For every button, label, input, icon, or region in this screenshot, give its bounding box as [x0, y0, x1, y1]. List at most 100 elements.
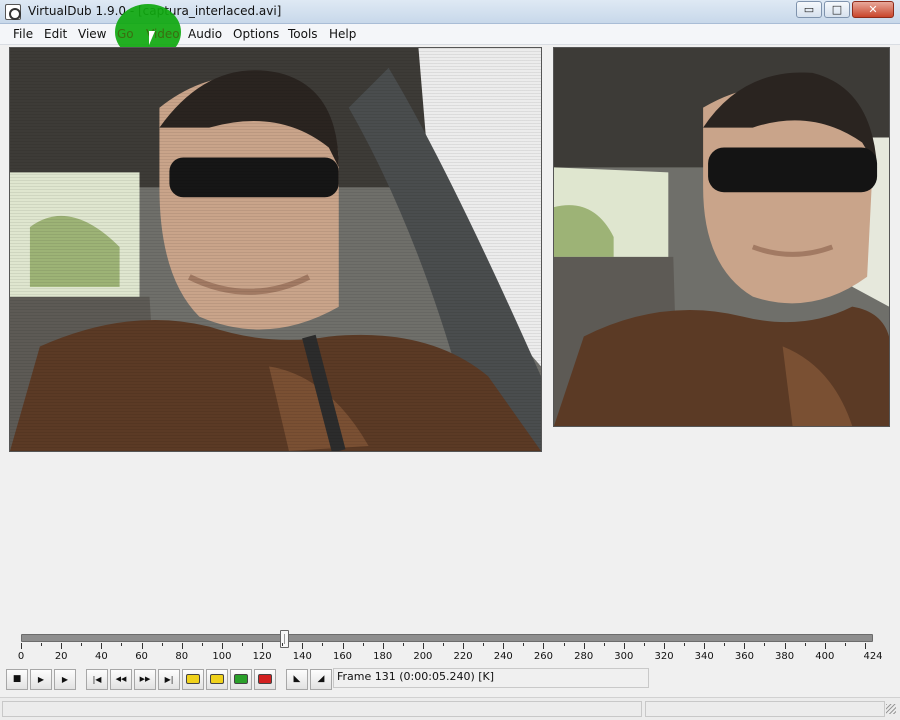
timeline-tick-label: 340 [694, 651, 714, 662]
go-start-icon: |◀ [92, 674, 102, 684]
timeline-tick [382, 643, 384, 649]
timeline-tick [664, 643, 666, 649]
output-video-pane[interactable] [553, 47, 890, 427]
timeline-tick [422, 643, 424, 649]
timeline-tick-label: 320 [654, 651, 674, 662]
status-panel-main [2, 701, 642, 717]
timeline-tick-label: 360 [734, 651, 754, 662]
timeline-tick-label: 240 [493, 651, 513, 662]
prev-frame-button[interactable]: ◀◀ [110, 668, 132, 690]
timeline-tick [61, 643, 63, 649]
timeline-tick [101, 643, 103, 649]
timeline-tick-label: 380 [775, 651, 795, 662]
timeline-tick [242, 643, 244, 646]
input-video-pane[interactable] [9, 47, 542, 452]
timeline-tick [141, 643, 143, 649]
start-button[interactable]: |◀ [86, 668, 108, 690]
timeline-tick-label: 140 [292, 651, 312, 662]
scene-back-button[interactable] [230, 668, 252, 690]
mark-in-button[interactable]: ◣ [286, 668, 308, 690]
menu-edit[interactable]: Edit [44, 27, 67, 41]
timeline-tick [784, 643, 786, 649]
mark-in-icon: ◣ [293, 674, 301, 684]
play-input-icon: ▶ [37, 674, 45, 684]
timeline-tick [844, 643, 846, 646]
mouse-cursor-icon [148, 30, 156, 46]
prev-key-icon [186, 674, 200, 684]
timeline-tick [121, 643, 123, 646]
timeline-tick [342, 643, 344, 649]
virtualdub-app-icon[interactable] [5, 4, 21, 20]
menu-help[interactable]: Help [329, 27, 356, 41]
menu-audio[interactable]: Audio [188, 27, 222, 41]
resize-grip-icon[interactable] [886, 704, 896, 714]
timeline-tick [603, 643, 605, 646]
play-output-icon: ▶ [61, 674, 69, 684]
timeline-tick [583, 643, 585, 649]
timeline-tick [744, 643, 746, 649]
timeline-tick-label: 400 [815, 651, 835, 662]
window-controls: ▭ □ ✕ [796, 1, 894, 18]
output-frame-image [554, 48, 889, 426]
timeline-track[interactable] [21, 634, 873, 642]
timeline-tick-label: 40 [95, 651, 108, 662]
timeline-tick-label: 160 [332, 651, 353, 662]
timeline-tick [824, 643, 826, 649]
interlace-lines-overlay [10, 48, 541, 451]
timeline-tick-label: 200 [413, 651, 433, 662]
menu-view[interactable]: View [78, 27, 106, 41]
end-button[interactable]: ▶| [158, 668, 180, 690]
minimize-icon: ▭ [803, 3, 815, 16]
timeline-tick [181, 643, 183, 649]
status-panel-right [645, 701, 885, 717]
prev-key-button[interactable] [182, 668, 204, 690]
timeline-tick-label: 220 [453, 651, 473, 662]
timeline-tick [643, 643, 645, 646]
close-icon: ✕ [868, 3, 878, 16]
stop-button[interactable]: ■ [6, 668, 28, 690]
stop-icon: ■ [12, 674, 22, 684]
next-key-button[interactable] [206, 668, 228, 690]
timeline-tick [322, 643, 324, 646]
next-key-icon [210, 674, 224, 684]
scene-fwd-button[interactable] [254, 668, 276, 690]
menu-tools[interactable]: Tools [288, 27, 318, 41]
frame-position-readout[interactable]: Frame 131 (0:00:05.240) [K] [333, 668, 649, 688]
timeline-tick-label: 120 [252, 651, 272, 662]
timeline-tick-label: 300 [614, 651, 634, 662]
timeline-tick [302, 643, 304, 649]
timeline-tick [463, 643, 465, 649]
menu-file[interactable]: File [13, 27, 33, 41]
next-frame-button[interactable]: ▶▶ [134, 668, 156, 690]
minimize-button[interactable]: ▭ [796, 1, 822, 18]
go-end-icon: ▶| [164, 674, 174, 684]
timeline-tick-label: 60 [135, 651, 148, 662]
timeline-tick [764, 643, 766, 646]
timeline-tick [724, 643, 726, 646]
frame-position-text: Frame 131 (0:00:05.240) [K] [337, 670, 495, 683]
timeline-tick [161, 643, 163, 646]
timeline-tick [262, 643, 264, 649]
play-input-button[interactable]: ▶ [30, 668, 52, 690]
timeline-tick [704, 643, 706, 649]
timeline-tick-label: 0 [17, 651, 25, 662]
next-frame-icon: ▶▶ [139, 675, 151, 683]
timeline-tick [41, 643, 43, 646]
close-button[interactable]: ✕ [852, 1, 894, 18]
mark-out-button[interactable]: ◢ [310, 668, 332, 690]
timeline-tick [21, 643, 22, 649]
timeline-tick-label: 80 [175, 651, 189, 662]
timeline-tick [201, 643, 203, 646]
timeline-tick-label: 180 [373, 651, 393, 662]
scene-fwd-icon [258, 674, 272, 684]
timeline-tick [402, 643, 404, 646]
prev-frame-icon: ◀◀ [115, 675, 127, 683]
maximize-button[interactable]: □ [824, 1, 850, 18]
menu-options[interactable]: Options [233, 27, 279, 41]
play-output-button[interactable]: ▶ [54, 668, 76, 690]
timeline-tick [362, 643, 364, 646]
menu-go[interactable]: Go [117, 27, 134, 41]
timeline-tick-label: 280 [574, 651, 594, 662]
timeline-tick [221, 643, 223, 649]
timeline-tick [81, 643, 83, 646]
